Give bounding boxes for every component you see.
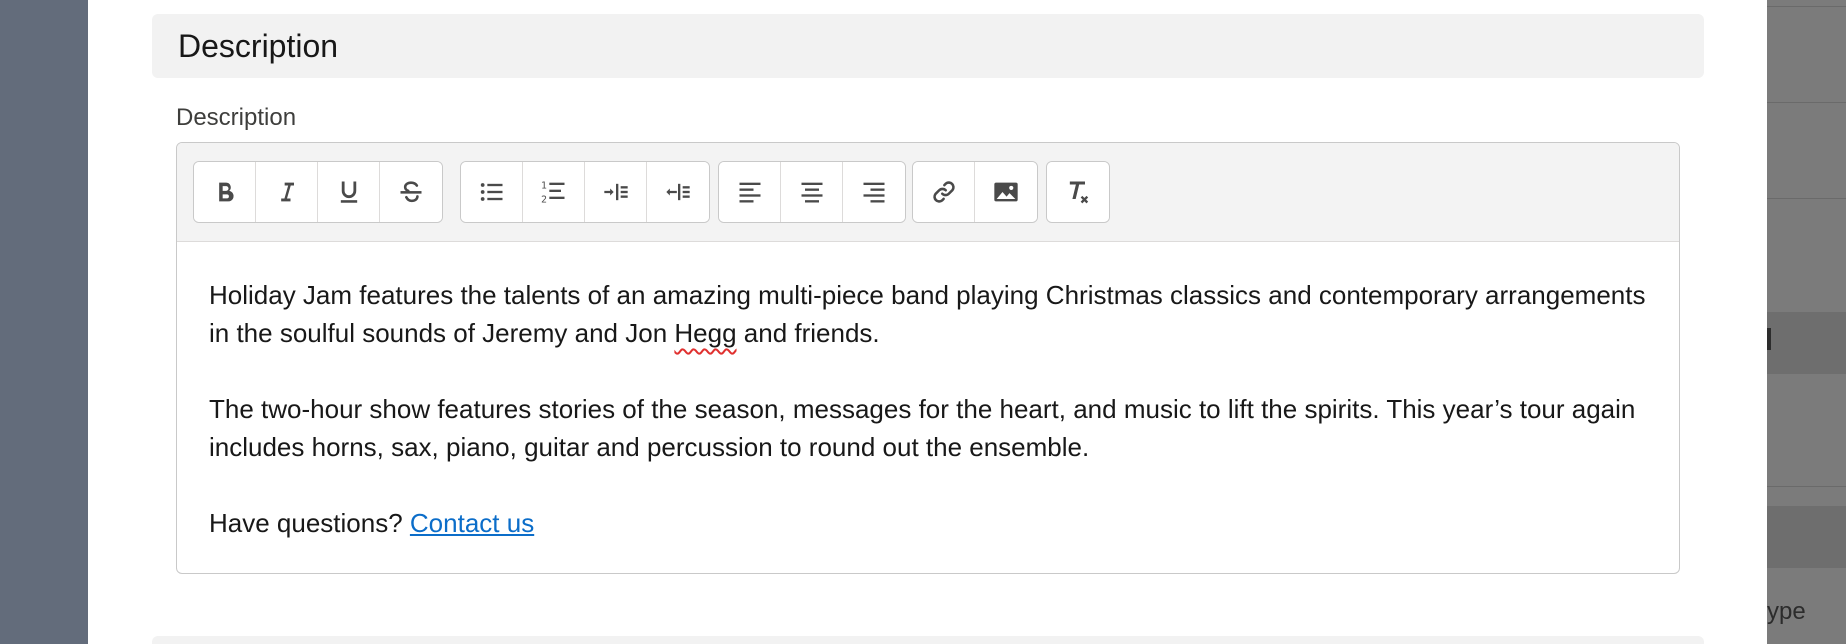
align-right-icon xyxy=(863,182,885,203)
outdent-button[interactable] xyxy=(647,162,709,222)
rich-text-editor: 12 Holiday Jam features the talents of a… xyxy=(176,142,1680,574)
bulleted-list-icon xyxy=(480,183,502,201)
bold-icon xyxy=(218,182,234,202)
format-text-group xyxy=(193,161,443,223)
modal-dialog: Description Description 1 2 Holiday Jam … xyxy=(88,0,1767,644)
align-left-button[interactable] xyxy=(719,162,781,222)
strikethrough-button[interactable] xyxy=(380,162,442,222)
outdent-icon xyxy=(666,183,690,201)
link-icon xyxy=(932,181,955,203)
italic-button[interactable] xyxy=(256,162,318,222)
clear-formatting-icon xyxy=(1069,181,1089,204)
align-left-icon xyxy=(739,182,760,203)
underline-button[interactable] xyxy=(318,162,380,222)
svg-text:2: 2 xyxy=(541,195,547,206)
align-center-icon xyxy=(801,182,822,203)
numbered-list-button[interactable]: 12 xyxy=(523,162,585,222)
underline-icon xyxy=(340,181,357,203)
svg-text:1: 1 xyxy=(541,181,547,192)
description-paragraph-3: Have questions? Contact us xyxy=(209,508,535,538)
background-field-mark xyxy=(1767,328,1771,350)
contact-us-link[interactable]: Contact us xyxy=(410,508,534,538)
background-partial-label: ype xyxy=(1767,598,1806,625)
align-center-button[interactable] xyxy=(781,162,843,222)
align-right-button[interactable] xyxy=(843,162,905,222)
indent-button[interactable] xyxy=(585,162,647,222)
indent-icon xyxy=(603,183,628,201)
description-paragraph-2: The two-hour show features stories of th… xyxy=(209,394,1636,462)
description-paragraph-1: Holiday Jam features the talents of an a… xyxy=(209,280,1646,348)
clear-formatting-button[interactable] xyxy=(1047,162,1109,222)
insert-image-button[interactable] xyxy=(975,162,1037,222)
modal-backdrop-right: ype xyxy=(1767,0,1846,644)
section-header: Description xyxy=(152,14,1704,78)
next-section-header xyxy=(152,636,1704,644)
insert-link-button[interactable] xyxy=(913,162,975,222)
numbered-list-icon: 12 xyxy=(541,181,564,206)
bulleted-list-button[interactable] xyxy=(461,162,523,222)
alignment-group xyxy=(718,161,906,223)
bold-button[interactable] xyxy=(194,162,256,222)
italic-icon xyxy=(280,182,294,202)
editor-toolbar: 12 xyxy=(177,143,1679,242)
insert-group xyxy=(912,161,1038,223)
section-title: Description xyxy=(178,27,339,64)
strikethrough-icon xyxy=(400,181,422,203)
image-icon xyxy=(994,182,1018,202)
list-indent-group: 12 xyxy=(460,161,710,223)
editor-content[interactable]: Holiday Jam features the talents of an a… xyxy=(177,242,1679,542)
clear-formatting-group xyxy=(1046,161,1110,223)
misspelled-word: Hegg xyxy=(674,318,737,348)
modal-backdrop-left xyxy=(0,0,88,644)
description-field-label: Description xyxy=(176,104,297,131)
